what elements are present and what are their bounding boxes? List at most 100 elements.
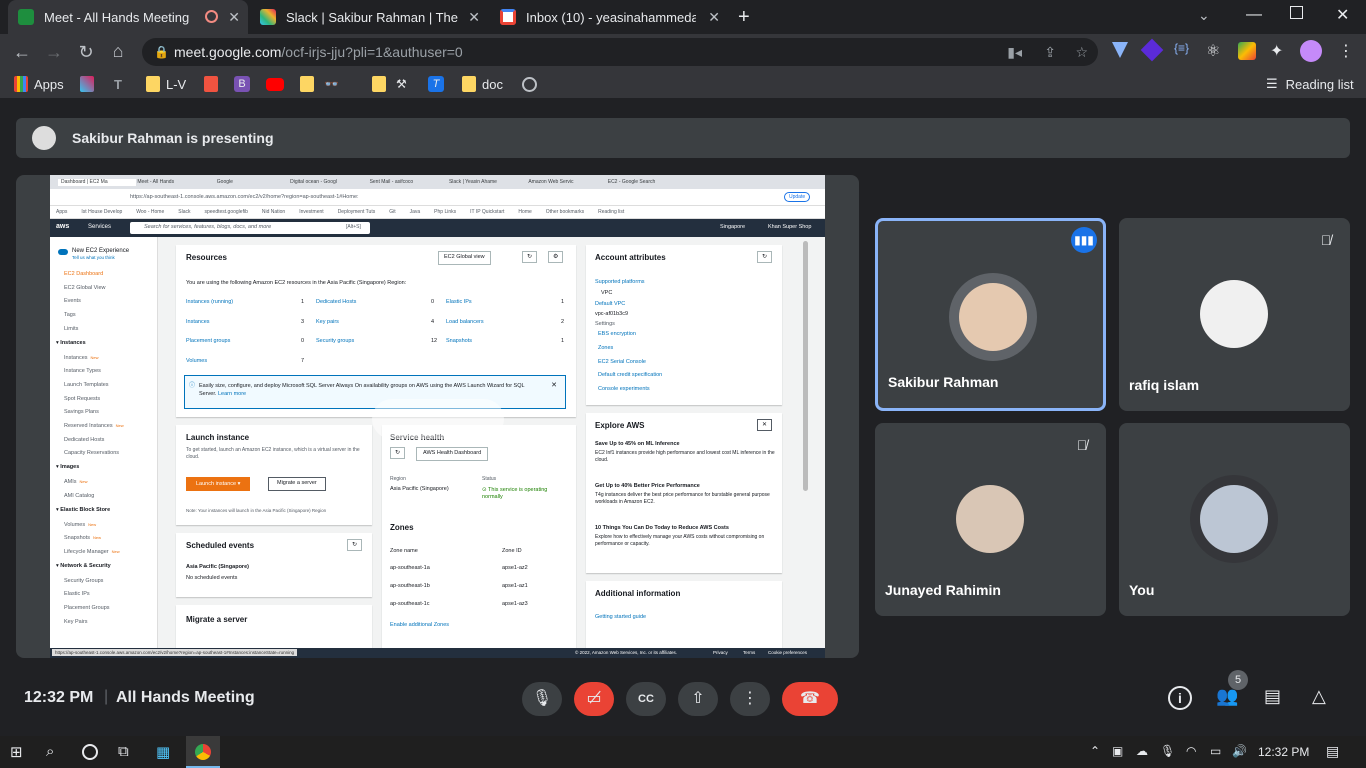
aws-sidebar-item: Reserved Instances New — [64, 423, 124, 429]
close-window-button[interactable]: ✕ — [1336, 5, 1349, 25]
bookmark-laravel[interactable] — [204, 74, 224, 94]
task-view-icon[interactable]: ⧉ — [118, 743, 129, 760]
hang-up-icon: ☎ — [800, 690, 820, 707]
address-bar[interactable]: 🔒 meet.google.com/ocf-irjs-jju?pli=1&aut… — [142, 38, 1098, 66]
bookmark-star-icon[interactable]: ☆ — [1075, 38, 1088, 66]
cortana-icon[interactable] — [82, 744, 98, 760]
participant-tile-sakibur[interactable]: ▮▮▮ Sakibur Rahman — [875, 218, 1106, 411]
tray-camera-icon[interactable]: ▣ — [1112, 744, 1123, 758]
resource-link: Key pairs — [316, 318, 339, 325]
resource-count: 1 — [301, 299, 305, 305]
aws-sidebar-item: Volumes New — [64, 522, 96, 528]
bookmark-apps[interactable]: Apps — [14, 74, 64, 94]
bookmark-t-blue[interactable]: T — [428, 74, 444, 94]
onedrive-icon[interactable]: ☁ — [1136, 744, 1148, 758]
resource-count: 3 — [301, 318, 305, 325]
new-badge: New — [93, 535, 102, 541]
extension-react-icon[interactable]: ⚛ — [1206, 41, 1220, 61]
chat-icon[interactable]: ▤ — [1264, 686, 1281, 707]
info-icon: ⓘ — [189, 383, 196, 389]
leave-call-button[interactable]: ☎ — [782, 682, 838, 716]
aws-region: Singapore — [720, 224, 746, 230]
bookmark-b[interactable]: B — [234, 74, 250, 94]
activities-icon[interactable]: △ — [1312, 686, 1326, 707]
present-button[interactable]: ⇧ — [678, 682, 718, 716]
aws-sidebar-item: Instances New — [64, 355, 99, 361]
aws-sidebar-label: Network & Security — [60, 562, 111, 569]
captions-button[interactable]: CC — [626, 682, 666, 716]
close-icon[interactable]: ✕ — [228, 9, 240, 26]
microphone-icon: 🎙 — [531, 690, 553, 707]
reload-icon[interactable]: ↻ — [76, 42, 96, 62]
search-icon[interactable]: ⌕ — [46, 743, 54, 760]
status-label: Status — [482, 476, 497, 482]
bookmark-folder-lv[interactable]: L-V — [146, 74, 186, 94]
aws-header: aws Services Search for services, featur… — [50, 219, 825, 237]
bookmark-youtube[interactable] — [266, 74, 290, 94]
extension-json-icon[interactable]: {≡} — [1174, 41, 1189, 55]
camera-off-button[interactable]: ▭̸ — [574, 682, 614, 716]
new-tab-button[interactable]: + — [738, 6, 750, 29]
bookmark-github[interactable] — [522, 74, 537, 94]
bookmark-folder[interactable] — [300, 74, 320, 94]
sql-info-banner: ⓘ Easily size, configure, and deploy Mic… — [184, 375, 566, 409]
bookmark-folder-doc[interactable]: doc — [462, 74, 503, 94]
aws-sidebar-item: AMIs New — [64, 479, 88, 485]
sched-title: Scheduled events — [186, 541, 255, 550]
battery-icon[interactable]: ▭ — [1210, 744, 1221, 758]
sched-region: Asia Pacific (Singapore) — [186, 564, 249, 570]
windows-start-icon[interactable]: ⊞ — [10, 743, 23, 761]
restore-button[interactable] — [1290, 6, 1303, 19]
minimize-button[interactable]: — — [1246, 6, 1262, 24]
bookmark-tools[interactable]: ⚒ — [396, 74, 407, 94]
tray-mic-icon[interactable]: 🎙 — [1160, 744, 1175, 758]
status-url: https://ap-southeast-1.console.aws.amazo… — [52, 649, 298, 656]
taskbar-clock[interactable]: 12:32 PM — [1258, 745, 1309, 759]
tab-slack[interactable]: Slack | Sakibur Rahman | The Tech ✕ — [250, 0, 488, 34]
microphone-button[interactable]: 🎙 — [522, 682, 562, 716]
explore-item-body: Explore how to effectively manage your A… — [595, 534, 765, 547]
participant-tile-junayed[interactable]: 🎙̸ Junayed Rahimin — [875, 423, 1106, 616]
notifications-icon[interactable]: ▤ — [1326, 743, 1339, 760]
aws-sidebar-label: Instance Types — [64, 368, 101, 375]
close-icon[interactable]: ✕ — [708, 9, 720, 26]
volume-icon[interactable]: 🔊 — [1232, 744, 1247, 758]
extension-colorpick-icon[interactable] — [1238, 42, 1256, 60]
aws-sidebar-label: Elastic Block Store — [60, 506, 111, 513]
home-icon[interactable]: ⌂ — [108, 41, 128, 61]
menu-icon[interactable]: ⋮ — [1338, 41, 1354, 61]
reading-list[interactable]: ☰ Reading list — [1266, 74, 1354, 94]
participant-tile-you[interactable]: You — [1119, 423, 1350, 616]
bookmark-glasses[interactable]: 👓 — [324, 74, 339, 94]
shared-bookmark: IT IP Quickstart — [470, 209, 505, 215]
aws-footer: https://ap-southeast-1.console.aws.amazo… — [50, 648, 825, 658]
shared-bookmarks: Apps Ist House Develop Woo - Home Slack … — [50, 206, 825, 219]
tab-meet[interactable]: Meet - All Hands Meeting ✕ — [8, 0, 248, 34]
back-icon[interactable]: ← — [12, 42, 32, 62]
more-options-button[interactable]: ⋮ — [730, 682, 770, 716]
extensions-puzzle-icon[interactable]: ✦ — [1270, 41, 1283, 61]
meeting-info-icon[interactable]: i — [1168, 686, 1192, 710]
forward-icon[interactable]: → — [44, 42, 64, 62]
aws-sidebar-item: Events — [64, 298, 81, 304]
bookmark-folder-2[interactable] — [372, 74, 392, 94]
shared-tab: Slack | Yeasin Ahame — [448, 179, 497, 185]
launch-title: Launch instance — [186, 433, 250, 442]
tab-search-icon[interactable]: ⌄ — [1198, 7, 1210, 24]
shared-bookmark: Java — [409, 209, 421, 215]
camera-icon[interactable]: ▮◂ — [1007, 38, 1022, 66]
region-label: Region — [390, 476, 406, 482]
zone-id-header: Zone ID — [502, 548, 522, 554]
tab-gmail[interactable]: Inbox (10) - yeasinahammedapon ✕ — [490, 0, 728, 34]
profile-avatar[interactable] — [1300, 40, 1322, 62]
bookmark-t[interactable]: T — [114, 74, 122, 94]
wifi-icon[interactable]: ◠ — [1186, 744, 1196, 758]
calendar-app-icon[interactable]: ▦ — [156, 743, 170, 761]
bookmark-slack[interactable] — [80, 74, 100, 94]
shared-bookmark: Slack — [178, 209, 191, 215]
chrome-taskbar-button[interactable] — [186, 736, 220, 768]
tray-chevron-icon[interactable]: ⌃ — [1090, 744, 1100, 758]
share-icon[interactable]: ⇪ — [1044, 38, 1056, 66]
close-icon[interactable]: ✕ — [468, 9, 480, 26]
participant-tile-rafiq[interactable]: 🎙̸ rafiq islam — [1119, 218, 1350, 411]
